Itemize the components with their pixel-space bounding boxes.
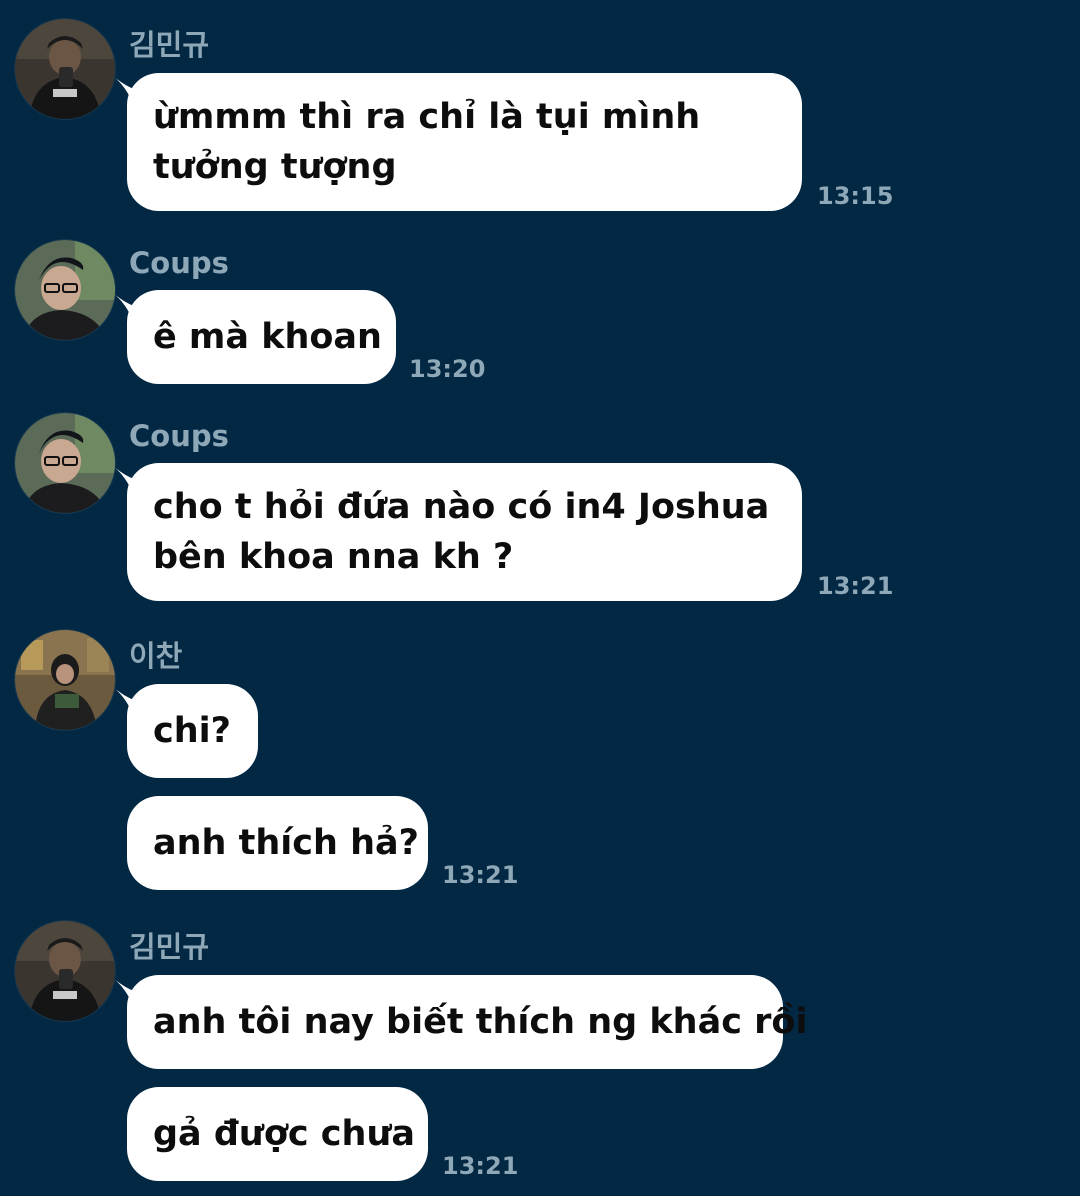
avatar-kim-mingyu[interactable] <box>15 19 115 119</box>
sender-name: 이찬 <box>129 639 183 673</box>
message-time: 13:20 <box>409 355 486 383</box>
message-bubble[interactable]: anh tôi nay biết thích ng khác rồi <box>127 975 807 1069</box>
sender-name: Coups <box>129 246 229 280</box>
message-bubble[interactable]: ê mà khoan <box>127 290 396 384</box>
message-time: 13:15 <box>817 182 894 210</box>
avatar-kim-mingyu[interactable] <box>15 921 115 1021</box>
avatar-coups[interactable] <box>15 240 115 340</box>
sender-name: 김민규 <box>129 28 210 62</box>
message-time: 13:21 <box>442 1152 519 1180</box>
message-bubble[interactable]: chi? <box>127 684 258 778</box>
message-bubble[interactable]: ừmmm thì ra chỉ là tụi mình tưởng tượng <box>127 73 802 211</box>
message-time: 13:21 <box>817 572 894 600</box>
avatar-lee-chan[interactable] <box>15 630 115 730</box>
sender-name: Coups <box>129 419 229 453</box>
message-bubble[interactable]: anh thích hả? <box>127 796 428 890</box>
message-bubble[interactable]: gả được chưa <box>127 1087 428 1181</box>
message-time: 13:21 <box>442 861 519 889</box>
sender-name: 김민규 <box>129 930 210 964</box>
message-bubble[interactable]: cho t hỏi đứa nào có in4 Joshua bên khoa… <box>127 463 802 601</box>
avatar-coups[interactable] <box>15 413 115 513</box>
